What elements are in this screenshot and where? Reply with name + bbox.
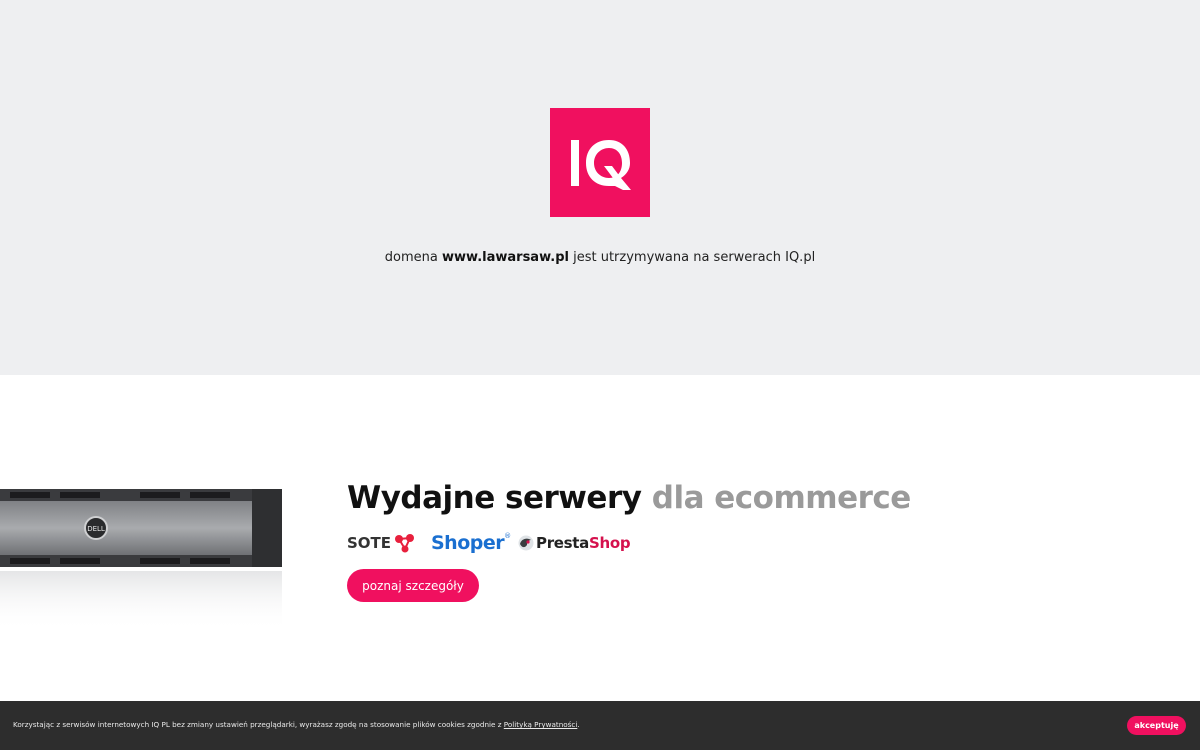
shoper-trademark: ® [504,532,511,540]
hosting-info-section: domena www.lawarsaw.pl jest utrzymywana … [0,0,1200,375]
ecommerce-promo-banner: DELL Wydajne serwery dla ecommerce SOTE … [0,375,1200,701]
prestashop-logo: Presta Shop [518,534,631,552]
cookie-text-end: . [577,720,580,729]
tagline-prefix: domena [384,250,443,265]
partner-logos: SOTE Shoper ® Presta Shop [347,530,631,556]
iq-logo-mark [571,139,631,190]
privacy-policy-link[interactable]: Polityką Prywatności [504,720,578,729]
sote-logo-text: SOTE [347,534,392,552]
details-button[interactable]: poznaj szczegóły [347,569,479,602]
prestashop-text-a: Presta [536,534,589,552]
server-rack-image: DELL [0,485,285,635]
cookie-notice: Korzystając z serwisów internetowych IQ … [13,720,580,729]
shoper-logo-text: Shoper [431,532,505,554]
tagline-suffix: jest utrzymywana na serwerach IQ.pl [568,250,816,265]
hosting-tagline: domena www.lawarsaw.pl jest utrzymywana … [0,250,1200,265]
prestashop-text-b: Shop [589,534,631,552]
sote-logo: SOTE [347,533,431,553]
iq-logo [550,108,650,217]
promo-headline: Wydajne serwery dla ecommerce [347,480,911,516]
prestashop-puffin-icon [518,535,534,551]
cookie-text: Korzystając z serwisów internetowych IQ … [13,720,504,729]
server-badge-label: DELL [87,525,105,533]
shoper-logo: Shoper ® [431,532,518,554]
tagline-domain: www.lawarsaw.pl [442,250,569,265]
accept-cookies-button[interactable]: akceptuję [1127,716,1186,735]
headline-muted: dla ecommerce [651,480,912,516]
cookie-bar: Korzystając z serwisów internetowych IQ … [0,701,1200,750]
sote-logo-icon [395,534,415,553]
headline-main: Wydajne serwery [347,480,652,516]
